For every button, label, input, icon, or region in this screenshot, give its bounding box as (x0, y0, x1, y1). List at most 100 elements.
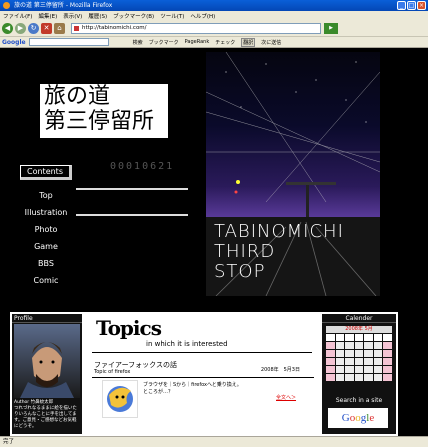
article-excerpt: ブラウザを｜Sから｜firefoxへと乗り換え。ところが…？ (143, 382, 242, 395)
contents-heading: Contents (20, 165, 72, 180)
nav-link-comic[interactable]: Comic (18, 276, 74, 285)
calendar-day-cell (354, 358, 364, 365)
status-text: 完了 (3, 439, 15, 445)
calendar-day-cell (335, 366, 345, 373)
calendar-day-cell (345, 366, 354, 373)
google-search-button[interactable]: 検索 (133, 39, 143, 46)
menu-file[interactable]: ファイル(F) (3, 12, 32, 20)
window-titlebar: 旅の道 第三停留所 - Mozilla Firefox _ □ × (0, 0, 428, 11)
nav-link-illustration[interactable]: Illustration (18, 208, 74, 217)
topics-title: Topics (96, 316, 162, 340)
google-bookmarks-button[interactable]: ブックマーク (149, 39, 179, 46)
hero-text-line-3: STOP (214, 261, 266, 282)
site-logo[interactable]: 旅の道 第三停留所 (40, 84, 168, 138)
google-search-input[interactable] (28, 38, 109, 46)
calendar-day-cell (354, 366, 364, 373)
google-search-logo[interactable]: Google (328, 408, 388, 428)
window-title: 旅の道 第三停留所 - Mozilla Firefox (14, 2, 113, 9)
translate-button[interactable]: 翻訳 (241, 37, 256, 47)
home-icon[interactable]: ⌂ (54, 23, 65, 34)
nav-link-game[interactable]: Game (18, 242, 74, 251)
google-toolbar: Google 検索 ブックマーク PageRank チェック 翻訳 次に送信 (0, 37, 428, 48)
calendar-day-cell (364, 366, 373, 373)
forward-arrow-icon[interactable]: ▶ (15, 23, 26, 34)
menu-history[interactable]: 履歴(S) (88, 12, 107, 20)
hero-text-line-1: TABINOMICHI (214, 221, 344, 242)
author-bio: つれづれなるままに絵を描いたりいろんなことに手を出してます。ご意見・ご感想などお… (14, 406, 77, 429)
profile-heading: Profile (12, 314, 82, 323)
calendar-day-cell (373, 350, 383, 357)
spellcheck-button[interactable]: チェック (215, 39, 235, 46)
menu-bookmarks[interactable]: ブックマーク(B) (113, 12, 154, 20)
calendar-day-cell (354, 350, 364, 357)
calendar-day-cell (345, 342, 354, 349)
calendar: 2008年 5月 (326, 326, 392, 381)
go-button[interactable]: ▶ (324, 23, 338, 34)
send-to-button[interactable]: 次に送信 (261, 39, 281, 46)
calendar-day-cell (335, 334, 345, 341)
menu-tools[interactable]: ツール(T) (160, 12, 184, 20)
menu-help[interactable]: ヘルプ(H) (190, 12, 215, 20)
menu-bar: ファイル(F) 編集(E) 表示(V) 履歴(S) ブックマーク(B) ツール(… (0, 11, 428, 21)
menu-view[interactable]: 表示(V) (63, 12, 82, 20)
menu-divider-top (76, 188, 188, 190)
hero-text-line-2: THIRD (214, 241, 276, 262)
calendar-day-cell (354, 334, 364, 341)
back-arrow-icon[interactable]: ◀ (2, 23, 13, 34)
reload-icon[interactable]: ↻ (28, 23, 39, 34)
topics-divider (92, 352, 312, 353)
page-content: 旅の道 第三停留所 00010621 Contents Top Illustra… (0, 48, 428, 436)
calendar-day-cell (383, 358, 392, 365)
firefox-illustration (107, 386, 133, 412)
profile-panel: Profile Author 竹鼻蚊太郎 つれづれなるままに絵を描いたりいろんな… (12, 314, 82, 434)
firefox-character-image (102, 380, 138, 418)
logo-line-1: 旅の道 (44, 84, 111, 109)
topics-panel: Topics in which it is interested ファイアーフォ… (86, 314, 318, 434)
calendar-day-cell (383, 366, 392, 373)
calendar-day-cell (364, 358, 373, 365)
nav-link-bbs[interactable]: BBS (18, 259, 74, 268)
url-bar[interactable]: http://tabinomichi.com/ (71, 23, 321, 34)
site-favicon-icon (74, 26, 79, 31)
calendar-day-cell (364, 350, 373, 357)
stop-icon[interactable]: ✕ (41, 23, 52, 34)
article-date: 2008年 5月3日 (260, 367, 300, 373)
calendar-day-cell (335, 374, 345, 381)
navigation-toolbar: ◀ ▶ ↻ ✕ ⌂ http://tabinomichi.com/ ▶ (0, 21, 428, 37)
menu-edit[interactable]: 編集(E) (38, 12, 57, 20)
calendar-day-cell (326, 350, 335, 357)
nav-link-photo[interactable]: Photo (18, 225, 74, 234)
minimize-button[interactable]: _ (397, 1, 406, 10)
menu-divider-bottom (76, 214, 188, 216)
calendar-day-cell (373, 374, 383, 381)
site-search-heading: Search in a site (335, 397, 383, 404)
nav-link-top[interactable]: Top (18, 191, 74, 200)
avatar (14, 324, 80, 398)
calendar-day-cell (345, 358, 354, 365)
calendar-day-cell (373, 358, 383, 365)
calendar-day-cell (364, 334, 373, 341)
calendar-day-cell (364, 342, 373, 349)
calendar-day-cell (326, 334, 335, 341)
calendar-day-cell (326, 366, 335, 373)
profile-info: Author 竹鼻蚊太郎 つれづれなるままに絵を描いたりいろんなことに手を出して… (14, 400, 80, 430)
close-button[interactable]: × (417, 1, 426, 10)
calendar-day-cell (326, 374, 335, 381)
calendar-day-cell (326, 358, 335, 365)
pagerank-indicator[interactable]: PageRank (185, 39, 210, 45)
logo-line-2: 第三停留所 (44, 109, 155, 134)
sidebar-panel: Calender 2008年 5月 Search in a site Googl… (322, 314, 396, 434)
calendar-heading: Calender (322, 314, 396, 323)
calendar-day-cell (326, 342, 335, 349)
calendar-day-cell (354, 342, 364, 349)
calendar-day-cell (383, 374, 392, 381)
calendar-day-cell (373, 366, 383, 373)
calendar-day-cell (345, 374, 354, 381)
read-more-link[interactable]: 全文へ＞ (276, 394, 296, 401)
calendar-day-cell (373, 342, 383, 349)
calendar-day-cell (373, 334, 383, 341)
maximize-button[interactable]: □ (407, 1, 416, 10)
visitor-counter: 00010621 (110, 161, 175, 172)
article-topic: Topic of firefox (94, 369, 131, 375)
samurai-portrait (20, 342, 74, 398)
